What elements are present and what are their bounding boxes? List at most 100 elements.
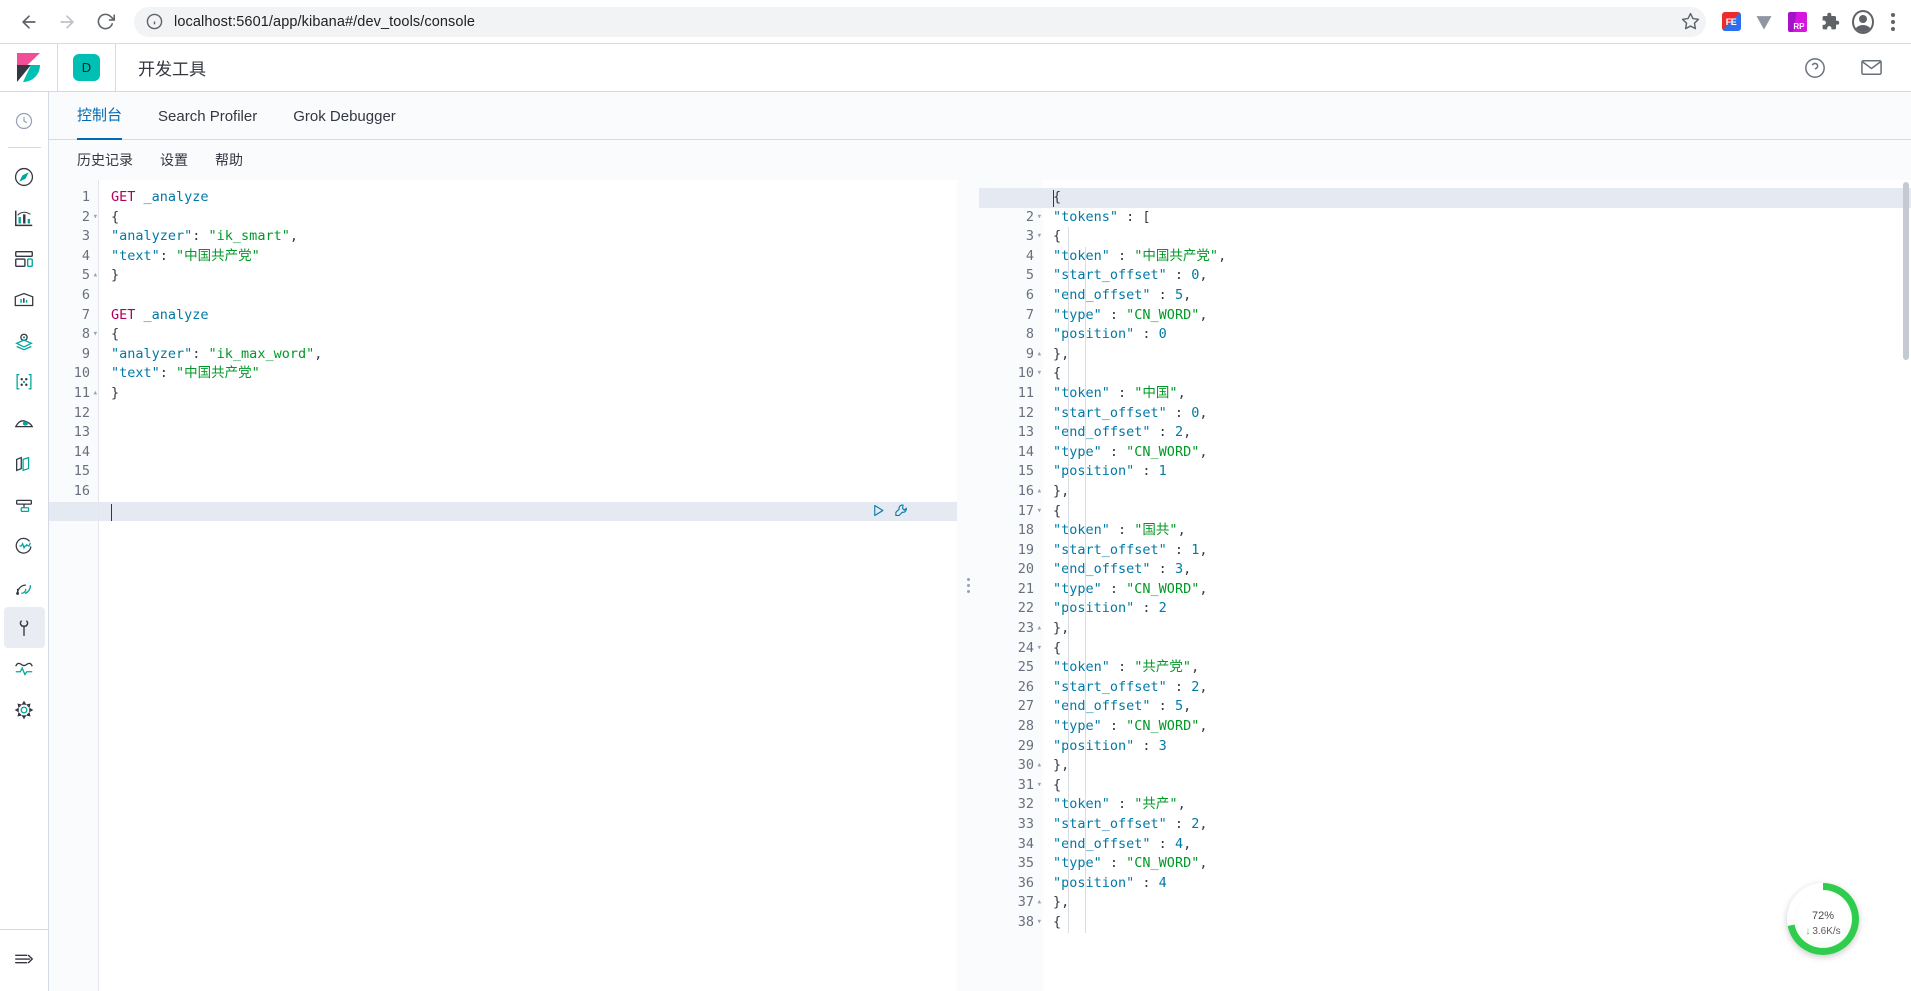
fold-up-icon[interactable]: ▴ [88,384,98,404]
tab-search-profiler[interactable]: Search Profiler [158,108,257,140]
sidebar-item-infrastructure[interactable] [4,402,45,443]
code-line[interactable]: { [1053,188,1911,208]
address-bar[interactable]: localhost:5601/app/kibana#/dev_tools/con… [134,6,1706,37]
tab-console[interactable]: 控制台 [77,104,123,140]
code-line[interactable]: "end_offset" : 4, [1053,835,1911,855]
code-line[interactable]: "token" : "中国", [1053,384,1911,404]
code-line[interactable]: { [1053,639,1911,659]
code-line[interactable]: "token" : "国共", [1053,521,1911,541]
code-line[interactable]: { [1053,913,1911,933]
settings-button[interactable]: 设置 [160,150,188,170]
network-speed-widget[interactable]: 72% ↓ 3.6K/s [1787,883,1859,955]
code-line[interactable]: "end_offset" : 2, [1053,423,1911,443]
tab-grok-debugger[interactable]: Grok Debugger [293,108,396,140]
sidebar-item-apm[interactable] [4,484,45,525]
sidebar-item-logs[interactable] [4,443,45,484]
code-line[interactable]: { [1053,502,1911,522]
v-extension-icon[interactable] [1753,11,1775,33]
chrome-menu-icon[interactable] [1885,12,1901,31]
bookmark-star-icon[interactable] [1676,8,1704,36]
sidebar-item-uptime[interactable] [4,525,45,566]
rp-extension-icon[interactable]: RP [1786,11,1808,33]
fold-up-icon[interactable]: ▴ [1032,619,1042,639]
mail-icon[interactable] [1860,56,1883,79]
code-line[interactable]: "type" : "CN_WORD", [1053,580,1911,600]
code-line[interactable] [111,482,957,502]
code-line[interactable]: "end_offset" : 5, [1053,286,1911,306]
site-info-icon[interactable] [146,13,164,31]
code-line[interactable]: GET _analyze [111,188,957,208]
code-line[interactable] [111,404,957,424]
code-line[interactable]: "position" : 3 [1053,737,1911,757]
code-line[interactable] [111,462,957,482]
code-line[interactable] [111,286,957,306]
code-line[interactable]: }, [1053,619,1911,639]
code-line[interactable]: "position" : 2 [1053,599,1911,619]
code-line[interactable]: { [1053,227,1911,247]
code-line[interactable]: "tokens" : [ [1053,208,1911,228]
code-line[interactable]: }, [1053,482,1911,502]
fold-up-icon[interactable]: ▴ [1032,482,1042,502]
fold-down-icon[interactable]: ▾ [88,208,98,228]
puzzle-extensions-icon[interactable] [1819,11,1841,33]
pane-resize-handle[interactable] [957,180,979,991]
history-button[interactable]: 历史记录 [77,150,133,170]
fold-down-icon[interactable]: ▾ [1032,227,1042,247]
code-line[interactable]: }, [1053,756,1911,776]
space-selector[interactable]: D [58,43,116,92]
fold-down-icon[interactable]: ▾ [1032,639,1042,659]
back-button[interactable] [10,3,48,41]
code-line[interactable]: GET _analyze [111,306,957,326]
code-line[interactable]: "start_offset" : 2, [1053,678,1911,698]
code-line[interactable] [111,443,957,463]
sidebar-item-recently-viewed[interactable] [4,100,45,141]
code-line[interactable]: }, [1053,893,1911,913]
code-line[interactable]: "type" : "CN_WORD", [1053,443,1911,463]
code-line[interactable]: { [1053,364,1911,384]
sidebar-item-dev-tools[interactable] [3,607,45,648]
code-line[interactable]: "text": "中国共产党" [111,364,957,384]
code-line[interactable]: "analyzer": "ik_max_word", [111,345,957,365]
kibana-logo[interactable] [0,43,58,92]
code-line[interactable]: "token" : "中国共产党", [1053,247,1911,267]
sidebar-item-machine-learning[interactable] [4,361,45,402]
code-line[interactable]: "start_offset" : 2, [1053,815,1911,835]
code-line[interactable]: { [111,325,957,345]
code-line[interactable]: }, [1053,345,1911,365]
code-line[interactable]: "position" : 4 [1053,874,1911,894]
code-line[interactable]: "start_offset" : 0, [1053,266,1911,286]
code-line[interactable]: "type" : "CN_WORD", [1053,854,1911,874]
sidebar-item-canvas[interactable] [4,279,45,320]
fold-up-icon[interactable]: ▴ [1032,893,1042,913]
code-line[interactable]: "start_offset" : 1, [1053,541,1911,561]
fold-down-icon[interactable]: ▾ [1032,502,1042,522]
code-line[interactable]: "token" : "共产", [1053,795,1911,815]
code-line[interactable]: { [1053,776,1911,796]
code-line[interactable]: "end_offset" : 5, [1053,697,1911,717]
fold-down-icon[interactable]: ▾ [88,325,98,345]
scrollbar-thumb[interactable] [1903,182,1909,360]
sidebar-item-dashboard[interactable] [4,238,45,279]
code-line[interactable]: "start_offset" : 0, [1053,404,1911,424]
fold-down-icon[interactable]: ▾ [1032,364,1042,384]
fold-down-icon[interactable]: ▾ [1032,776,1042,796]
code-line[interactable]: "analyzer": "ik_smart", [111,227,957,247]
code-line[interactable]: "text": "中国共产党" [111,247,957,267]
fold-up-icon[interactable]: ▴ [88,266,98,286]
response-editor[interactable]: 1▾2▾3▾456789▴10▾111213141516▴17▾18192021… [979,180,1911,991]
request-options-button[interactable] [894,503,909,525]
response-scrollbar[interactable] [1901,180,1911,991]
code-line[interactable]: "type" : "CN_WORD", [1053,306,1911,326]
sidebar-item-visualize[interactable] [4,197,45,238]
sidebar-item-discover[interactable] [4,156,45,197]
fold-down-icon[interactable]: ▾ [1032,208,1042,228]
profile-avatar-icon[interactable] [1852,9,1874,34]
code-line[interactable]: } [111,384,957,404]
fold-up-icon[interactable]: ▴ [1032,345,1042,365]
fe-extension-icon[interactable]: FE [1720,11,1742,33]
sidebar-item-siem[interactable] [4,566,45,607]
code-line[interactable]: "token" : "共产党", [1053,658,1911,678]
reload-button[interactable] [86,3,124,41]
help-icon[interactable] [1804,57,1826,79]
code-line[interactable]: "type" : "CN_WORD", [1053,717,1911,737]
